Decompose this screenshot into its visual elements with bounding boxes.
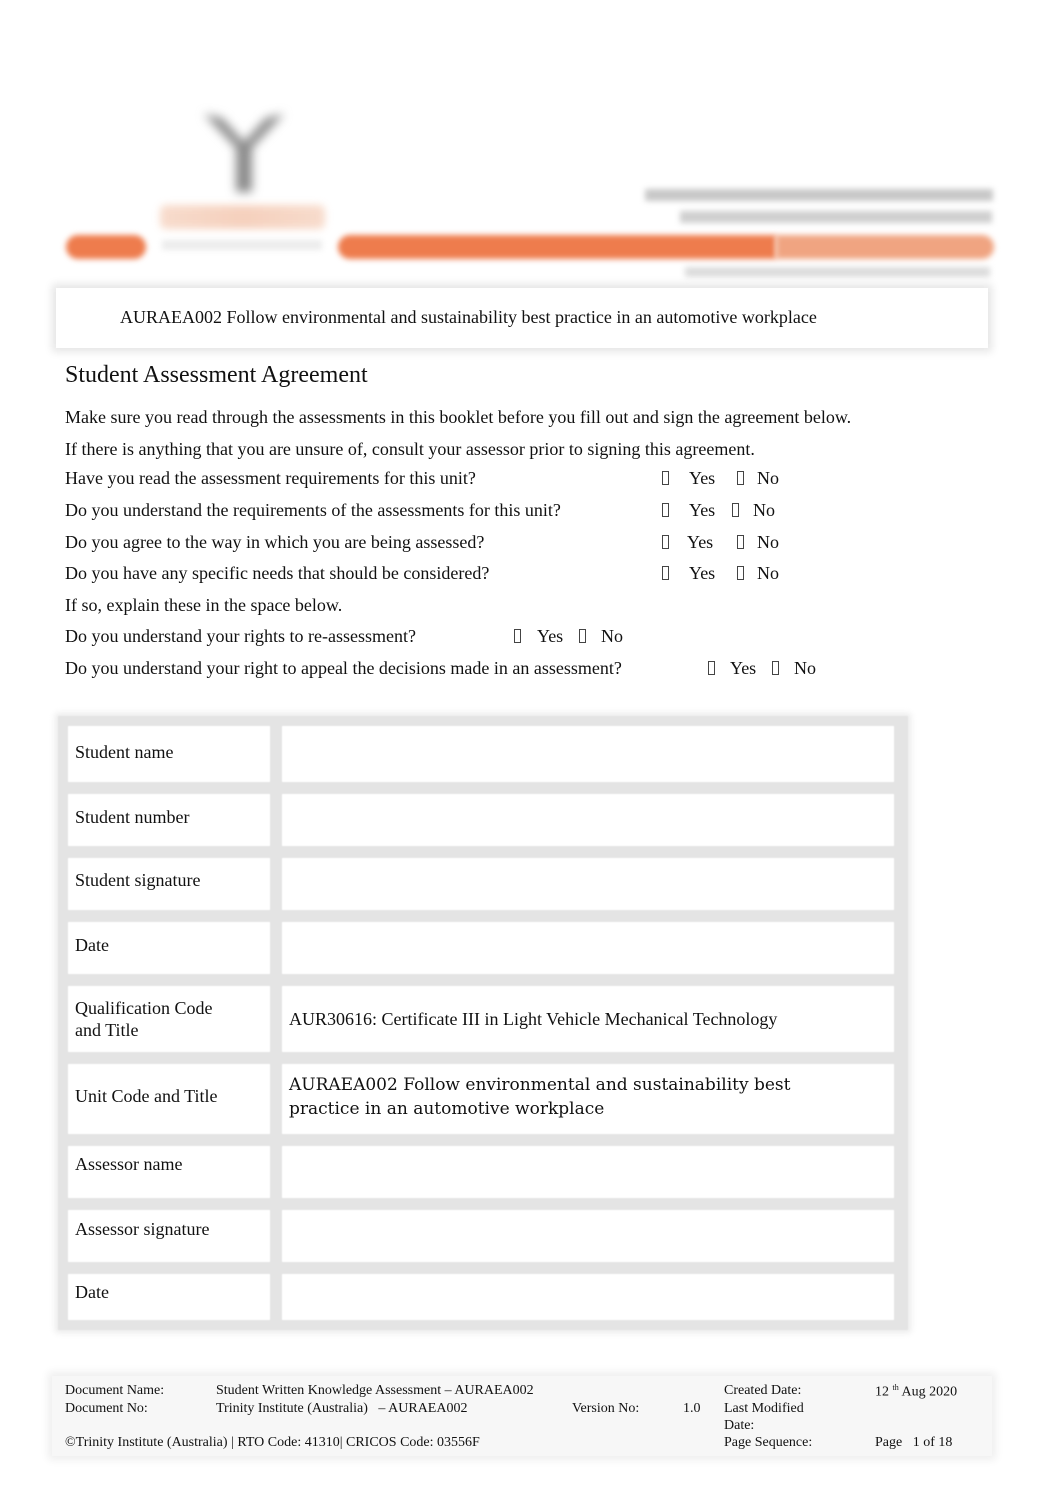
checkbox-yes[interactable] (662, 532, 669, 553)
checkbox-icon (662, 566, 669, 580)
checkbox-yes[interactable] (662, 500, 669, 521)
assessor-date-label: Date (75, 1282, 109, 1302)
student-date-field[interactable] (282, 922, 894, 974)
qualification-label: Qualification Code (75, 998, 213, 1018)
checkbox-yes[interactable] (514, 626, 521, 647)
modified-date-label: Date: (724, 1418, 755, 1433)
doc-no-value: Trinity Institute (Australia) – AURAEA00… (216, 1401, 468, 1416)
unit-code-value: practice in an automotive workplace (289, 1099, 605, 1119)
checkbox-icon (772, 661, 779, 675)
doc-no-label: Document No: (65, 1401, 148, 1416)
option-yes-label: Yes (687, 532, 714, 552)
option-no-label: No (757, 563, 779, 583)
checkbox-no[interactable] (579, 626, 586, 647)
option-no-label: No (757, 532, 779, 552)
copyright-text: ©Trinity Institute (Australia) | RTO Cod… (65, 1435, 480, 1450)
question-text: Have you read the assessment requirement… (65, 468, 476, 488)
question-text: Do you understand your rights to re-asse… (65, 626, 416, 646)
unit-code-value: AURAEA002 Follow environmental and susta… (289, 1075, 791, 1095)
logo-tagline (162, 240, 322, 250)
student-name-field[interactable] (282, 726, 894, 782)
student-number-label: Student number (75, 807, 190, 827)
student-number-field[interactable] (282, 794, 894, 846)
option-no-label: No (601, 626, 623, 646)
question-text: Do you have any specific needs that shou… (65, 563, 490, 583)
checkbox-no[interactable] (732, 500, 739, 521)
created-month-year: Aug 2020 (898, 1384, 958, 1400)
option-yes-label: Yes (689, 468, 716, 488)
checkbox-icon (708, 661, 715, 675)
header-accent-bar-left (66, 235, 146, 259)
doc-name-value: Student Written Knowledge Assessment – A… (216, 1383, 534, 1398)
qualification-value: AUR30616: Certificate III in Light Vehic… (289, 1009, 778, 1029)
trinity-logo-icon (204, 114, 284, 192)
checkbox-icon (662, 471, 669, 485)
instruction-text: If so, explain these in the space below. (65, 595, 343, 615)
created-date-value: 12 th Aug 2020 (875, 1383, 957, 1401)
option-no-label: No (794, 658, 816, 678)
option-yes-label: Yes (689, 500, 716, 520)
checkbox-icon (514, 629, 521, 643)
assessor-date-field[interactable] (282, 1274, 894, 1320)
version-label: Version No: (572, 1401, 640, 1416)
unit-code-label: Unit Code and Title (75, 1086, 218, 1106)
checkbox-no[interactable] (772, 658, 779, 679)
doc-name-label: Document Name: (65, 1383, 165, 1398)
option-no-label: No (753, 500, 775, 520)
page-title: Student Assessment Agreement (65, 362, 368, 388)
intro-text: If there is anything that you are unsure… (65, 439, 755, 459)
checkbox-icon (662, 503, 669, 517)
question-text: Do you understand the requirements of th… (65, 500, 561, 520)
qualification-label: and Title (75, 1020, 139, 1040)
checkbox-icon (737, 566, 744, 580)
student-signature-label: Student signature (75, 870, 201, 890)
modified-date-label: Last Modified (724, 1401, 804, 1416)
header-info-line (680, 211, 992, 223)
checkbox-icon (737, 535, 744, 549)
checkbox-icon (737, 471, 744, 485)
option-yes-label: Yes (730, 658, 757, 678)
question-text: Do you understand your right to appeal t… (65, 658, 622, 678)
checkbox-yes[interactable] (662, 468, 669, 489)
header-info-line (685, 267, 990, 277)
assessor-signature-label: Assessor signature (75, 1219, 210, 1239)
checkbox-no[interactable] (737, 468, 744, 489)
student-signature-field[interactable] (282, 858, 894, 910)
assessor-name-field[interactable] (282, 1146, 894, 1198)
header-info-line (645, 189, 993, 201)
option-yes-label: Yes (537, 626, 564, 646)
unit-title: AURAEA002 Follow environmental and susta… (120, 307, 817, 327)
student-date-label: Date (75, 935, 109, 955)
header-accent-bar (338, 235, 776, 259)
option-yes-label: Yes (689, 563, 716, 583)
question-text: Do you agree to the way in which you are… (65, 532, 485, 552)
assessor-name-label: Assessor name (75, 1154, 183, 1174)
intro-text: Make sure you read through the assessmen… (65, 407, 852, 427)
created-day: 12 (875, 1384, 889, 1400)
assessor-signature-field[interactable] (282, 1210, 894, 1262)
option-no-label: No (757, 468, 779, 488)
checkbox-no[interactable] (737, 532, 744, 553)
checkbox-icon (732, 503, 739, 517)
version-value: 1.0 (683, 1401, 701, 1416)
checkbox-icon (579, 629, 586, 643)
header-accent-bar-end (776, 235, 994, 259)
checkbox-no[interactable] (737, 563, 744, 584)
page-sequence-label: Page Sequence: (724, 1435, 813, 1450)
created-date-label: Created Date: (724, 1383, 802, 1398)
unit-title-box: AURAEA002 Follow environmental and susta… (56, 288, 988, 348)
student-name-label: Student name (75, 742, 174, 762)
page-sequence-value: Page 1 of 18 (875, 1435, 953, 1450)
checkbox-yes[interactable] (708, 658, 715, 679)
logo-wordmark (160, 205, 325, 229)
checkbox-yes[interactable] (662, 563, 669, 584)
checkbox-icon (662, 535, 669, 549)
